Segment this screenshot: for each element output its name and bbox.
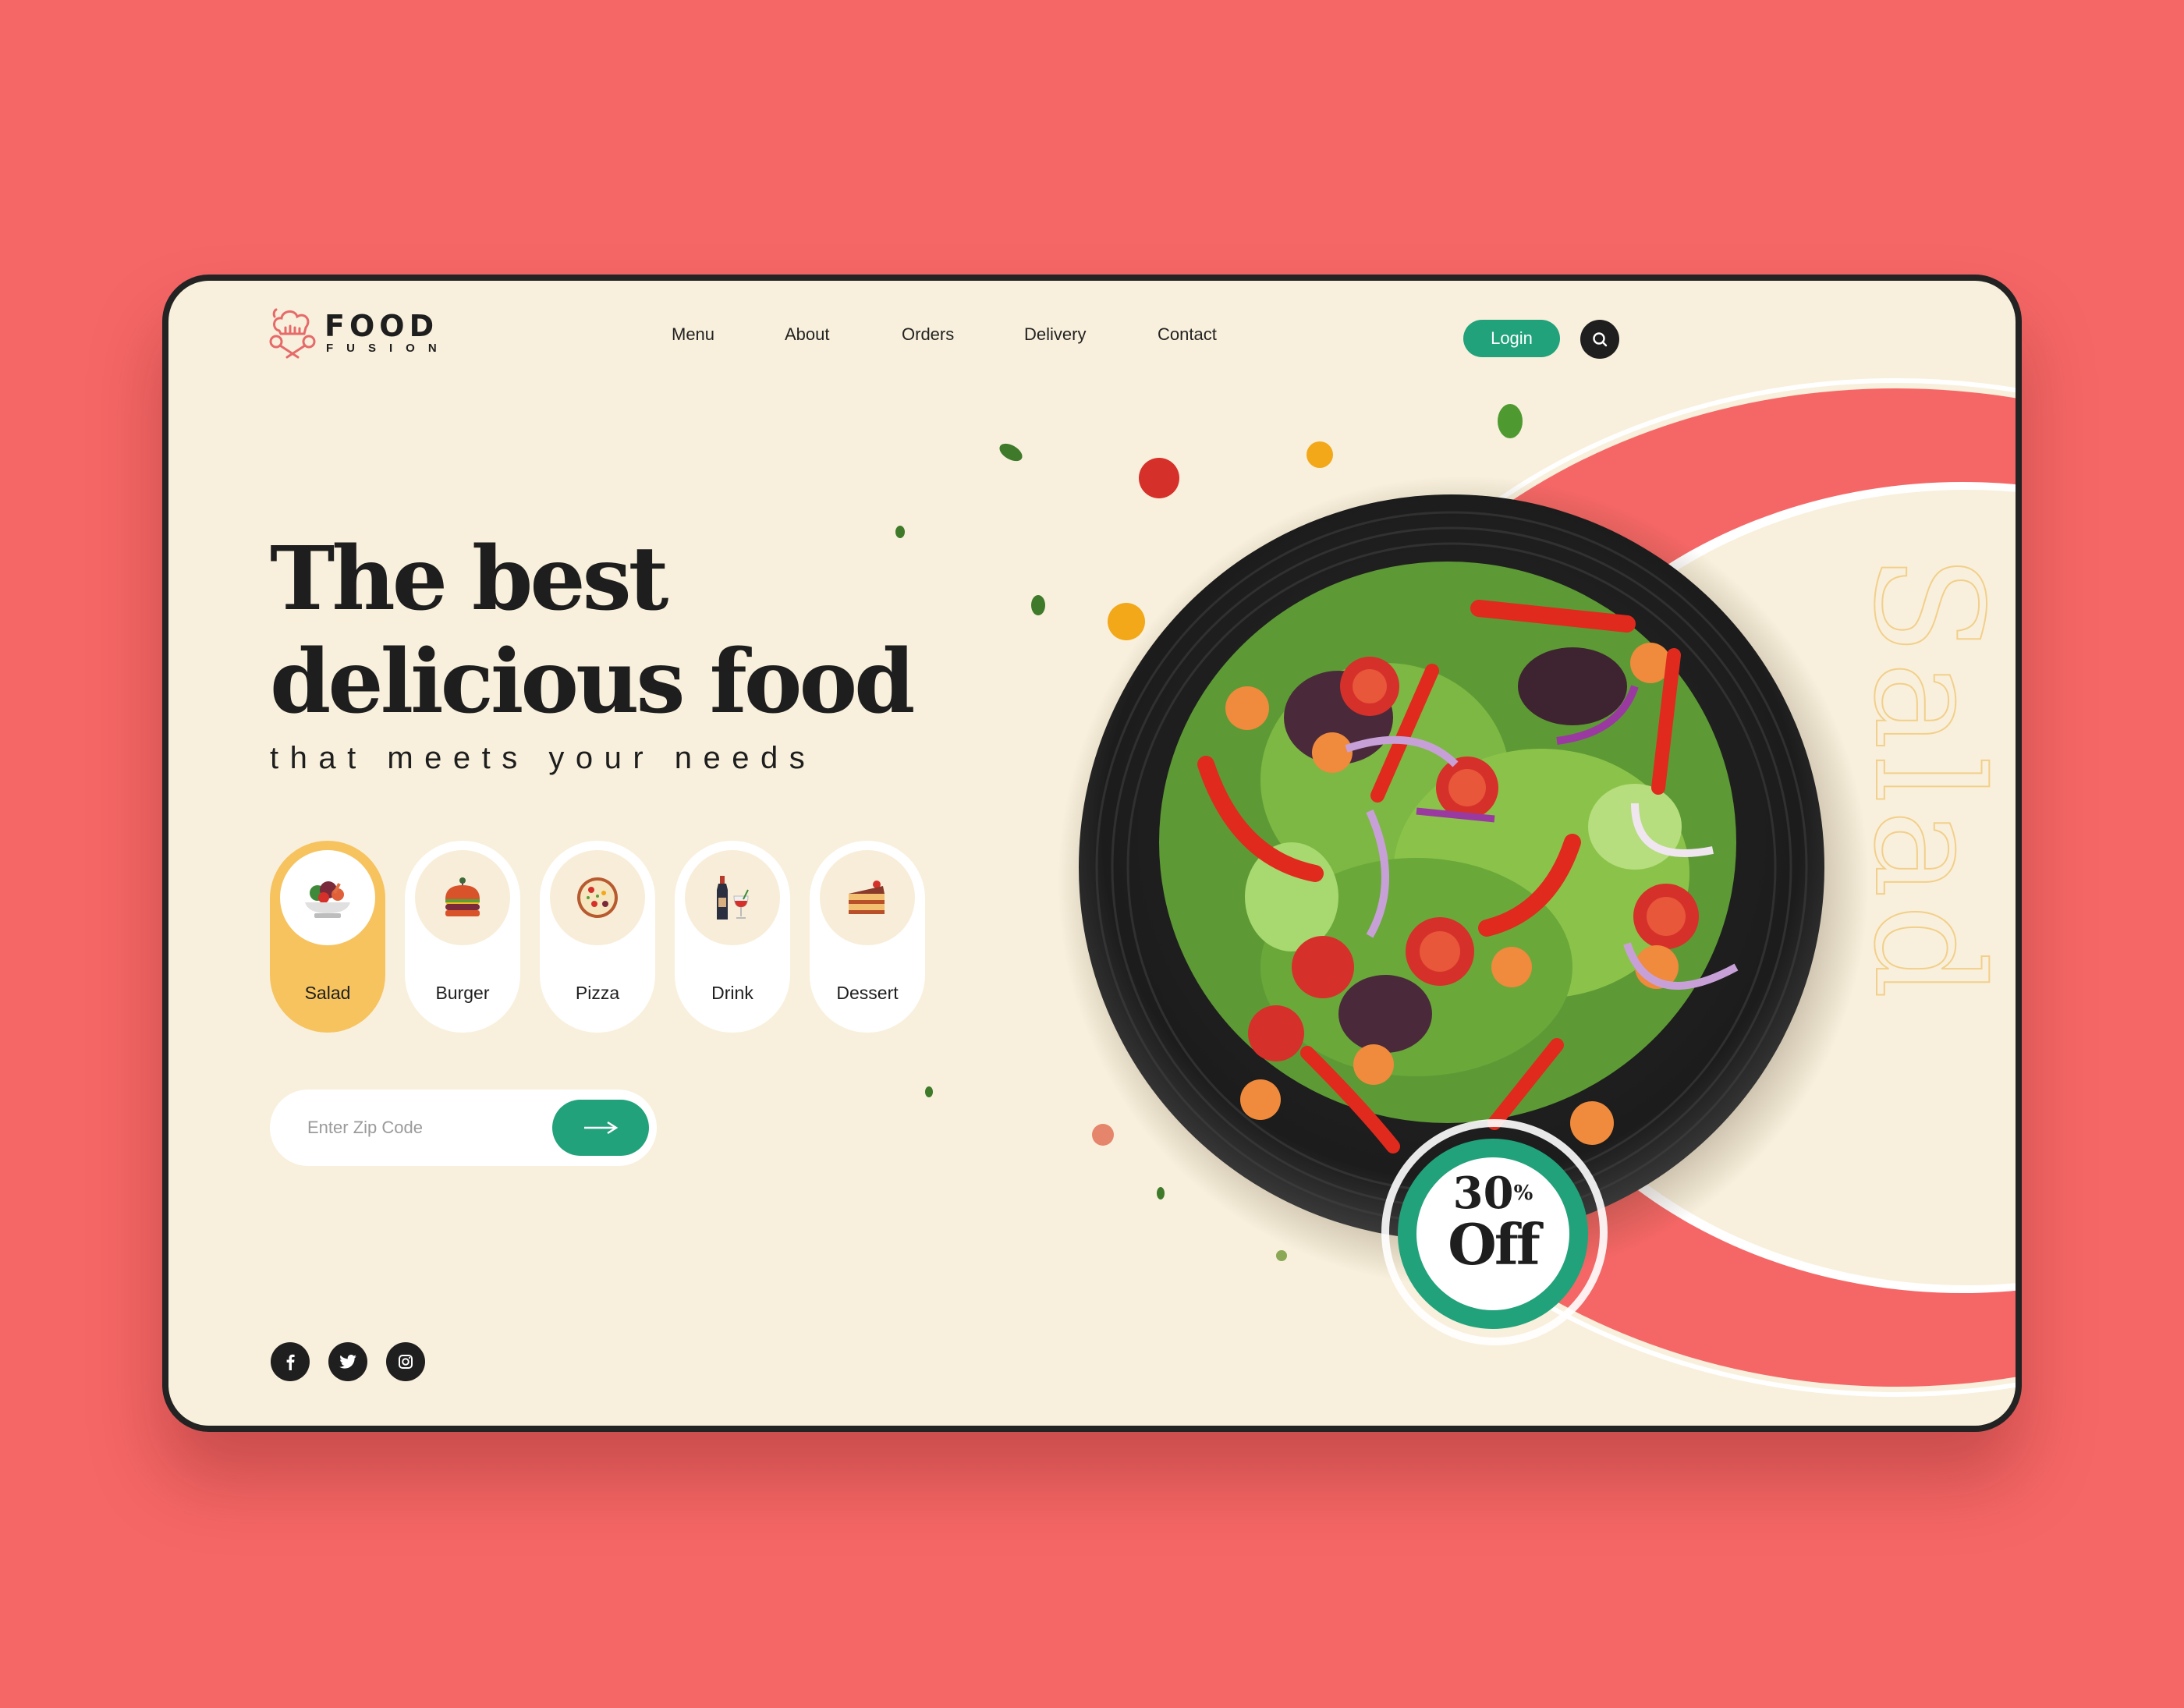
search-icon	[1593, 332, 1608, 347]
facebook-icon	[286, 1354, 295, 1370]
category-label: Burger	[435, 983, 490, 1003]
nav-orders[interactable]: Orders	[902, 324, 954, 345]
arrow-right-icon	[584, 1121, 619, 1135]
category-list: Salad Burger Pizza Drink Dessert	[270, 841, 925, 1033]
brand-tagline: FUSION	[326, 342, 450, 355]
instagram-icon	[399, 1355, 413, 1369]
category-pizza[interactable]: Pizza	[540, 841, 655, 1033]
landing-page-frame: 30% Off Salad FOOD FUSION Menu About Ord…	[162, 275, 2022, 1432]
nav-delivery[interactable]: Delivery	[1024, 324, 1086, 345]
category-label: Salad	[304, 983, 351, 1003]
nav-contact[interactable]: Contact	[1158, 324, 1217, 345]
chef-hat-spoons-icon	[269, 308, 316, 359]
promo-percent: %	[1513, 1182, 1533, 1205]
search-button[interactable]	[1580, 320, 1619, 359]
hero-title-line2: delicious food	[270, 631, 915, 733]
nav-menu[interactable]: Menu	[672, 324, 714, 345]
cake-slice-icon	[849, 881, 885, 914]
facebook-link[interactable]	[271, 1342, 310, 1381]
promo-badge[interactable]: 30% Off	[1416, 1170, 1569, 1273]
category-dessert[interactable]: Dessert	[810, 841, 925, 1033]
category-drink[interactable]: Drink	[675, 841, 790, 1033]
hero-title-line1: The best	[270, 528, 668, 630]
promo-label: Off	[1448, 1211, 1540, 1277]
category-salad[interactable]: Salad	[270, 841, 385, 1033]
twitter-icon	[339, 1355, 356, 1369]
category-label: Drink	[711, 983, 753, 1003]
twitter-link[interactable]	[328, 1342, 367, 1381]
salad-bowl-icon	[305, 881, 350, 918]
login-button[interactable]: Login	[1463, 320, 1560, 357]
vertical-word-text: Salad	[1853, 554, 2001, 1005]
burger-icon	[445, 877, 480, 916]
vertical-category-word: Salad	[1853, 554, 2001, 1006]
category-burger[interactable]: Burger	[405, 841, 520, 1033]
zip-submit-button[interactable]	[552, 1100, 649, 1156]
zip-code-form	[270, 1090, 657, 1166]
brand-logo[interactable]: FOOD FUSION	[268, 307, 450, 359]
category-label: Dessert	[836, 983, 899, 1003]
category-label: Pizza	[575, 983, 620, 1003]
wine-icon	[717, 876, 749, 920]
instagram-link[interactable]	[386, 1342, 425, 1381]
zip-code-input[interactable]	[307, 1118, 541, 1138]
pizza-icon	[577, 877, 618, 918]
hero-subtitle: that meets your needs	[270, 741, 817, 775]
nav-about[interactable]: About	[785, 324, 830, 345]
brand-name: FOOD	[324, 309, 439, 343]
